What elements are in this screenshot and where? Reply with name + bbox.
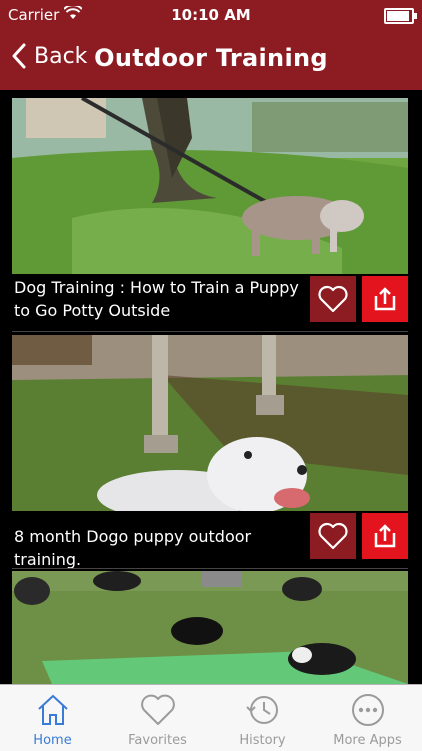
tab-history[interactable]: History bbox=[210, 685, 315, 751]
clock-label: 10:10 AM bbox=[171, 6, 251, 24]
battery-fill bbox=[387, 11, 409, 21]
tab-home-label: Home bbox=[33, 733, 72, 748]
video-thumbnail[interactable] bbox=[12, 98, 408, 274]
tab-history-label: History bbox=[239, 733, 286, 748]
video-card[interactable]: 8 month Dogo puppy outdoor training. bbox=[12, 335, 408, 569]
video-title[interactable]: Dog Training : How to Train a Puppy to G… bbox=[12, 276, 310, 322]
video-list: Dog Training : How to Train a Puppy to G… bbox=[0, 90, 422, 684]
dogs-playing-image bbox=[12, 571, 408, 684]
heart-icon bbox=[318, 285, 348, 313]
video-title[interactable]: 8 month Dogo puppy outdoor training. bbox=[12, 525, 310, 571]
tab-bar: Home Favorites History More Apps bbox=[0, 684, 422, 751]
heart-icon bbox=[318, 522, 348, 550]
favorite-button[interactable] bbox=[310, 276, 356, 322]
video-thumbnail[interactable] bbox=[12, 335, 408, 511]
navigation-bar: Back Outdoor Training bbox=[0, 30, 422, 90]
video-card[interactable] bbox=[12, 571, 408, 684]
tab-home[interactable]: Home bbox=[0, 685, 105, 751]
tab-favorites[interactable]: Favorites bbox=[105, 685, 210, 751]
battery-icon bbox=[384, 8, 417, 24]
tab-more-apps-label: More Apps bbox=[333, 733, 402, 748]
more-icon bbox=[352, 694, 384, 726]
puppy-leash-image bbox=[12, 98, 408, 274]
video-card[interactable]: Dog Training : How to Train a Puppy to G… bbox=[12, 98, 408, 332]
share-icon bbox=[374, 524, 396, 548]
dogo-puppy-image bbox=[12, 335, 408, 511]
heart-icon bbox=[141, 694, 175, 725]
share-button[interactable] bbox=[362, 276, 408, 322]
home-icon bbox=[38, 694, 68, 725]
share-button[interactable] bbox=[362, 513, 408, 559]
favorite-button[interactable] bbox=[310, 513, 356, 559]
share-icon bbox=[374, 287, 396, 311]
tab-favorites-label: Favorites bbox=[128, 733, 187, 748]
history-icon bbox=[246, 696, 278, 724]
video-thumbnail[interactable] bbox=[12, 571, 408, 684]
status-bar: Carrier 10:10 AM bbox=[0, 0, 422, 30]
page-title: Outdoor Training bbox=[94, 44, 328, 72]
tab-more-apps[interactable]: More Apps bbox=[315, 685, 420, 751]
